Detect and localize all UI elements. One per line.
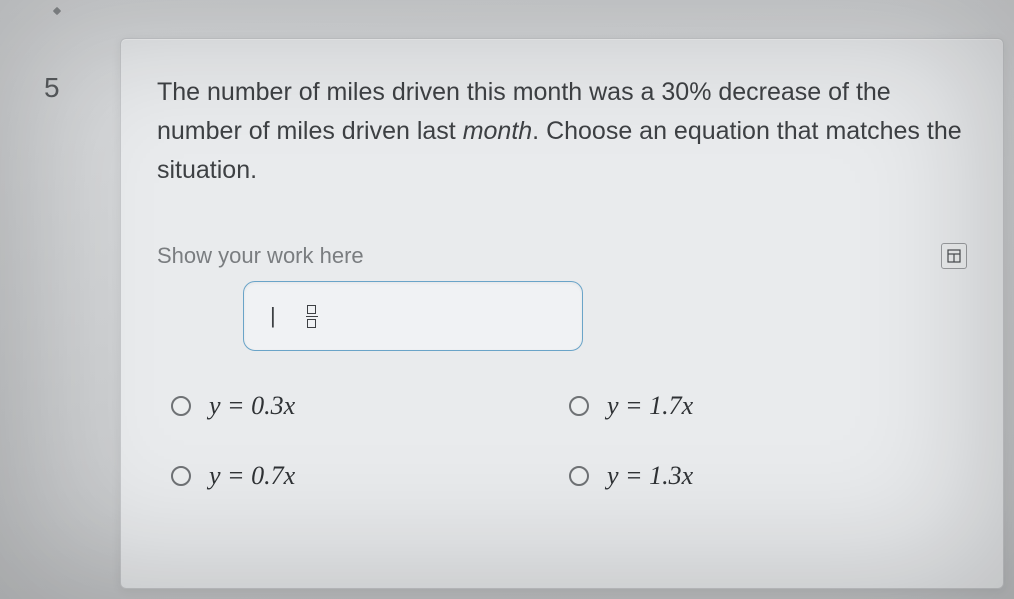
option-b-label: y = 1.7x xyxy=(607,391,693,421)
decor-dot xyxy=(53,7,61,15)
options-grid: y = 0.3x y = 1.7x y = 0.7x y = 1.3x xyxy=(171,391,927,491)
option-a[interactable]: y = 0.3x xyxy=(171,391,529,421)
toolbox-button[interactable] xyxy=(941,243,967,269)
question-prompt: The number of miles driven this month wa… xyxy=(157,73,967,189)
tool-cursor: | xyxy=(270,303,276,329)
radio-icon xyxy=(171,396,191,416)
show-work-label: Show your work here xyxy=(157,243,364,269)
option-d[interactable]: y = 1.3x xyxy=(569,461,927,491)
option-a-label: y = 0.3x xyxy=(209,391,295,421)
question-number: 5 xyxy=(44,72,60,104)
radio-icon xyxy=(569,396,589,416)
question-card: The number of miles driven this month wa… xyxy=(120,38,1004,589)
radio-icon xyxy=(569,466,589,486)
fraction-icon xyxy=(306,305,318,329)
option-d-label: y = 1.3x xyxy=(607,461,693,491)
toolbox-icon xyxy=(946,248,962,264)
option-c-label: y = 0.7x xyxy=(209,461,295,491)
option-c[interactable]: y = 0.7x xyxy=(171,461,529,491)
option-b[interactable]: y = 1.7x xyxy=(569,391,927,421)
work-input[interactable]: | xyxy=(243,281,583,351)
prompt-italic: month xyxy=(463,117,532,145)
radio-icon xyxy=(171,466,191,486)
